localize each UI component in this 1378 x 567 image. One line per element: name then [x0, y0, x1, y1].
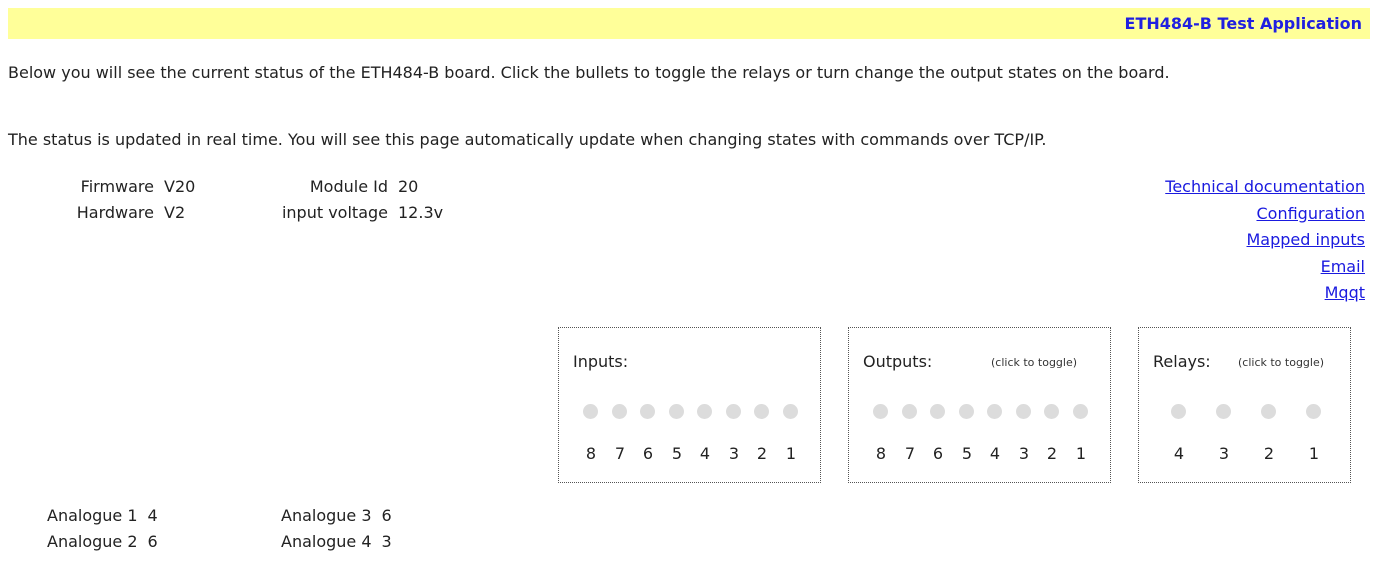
input-3-indicator	[726, 404, 741, 419]
input-2-indicator	[754, 404, 769, 419]
output-label: 1	[1075, 444, 1087, 463]
input-voltage-label: input voltage	[281, 203, 388, 222]
module-id-value: 20	[398, 177, 419, 196]
input-8-indicator	[583, 404, 598, 419]
relay-label: 1	[1308, 444, 1320, 463]
hardware-label: Hardware	[76, 203, 154, 222]
input-4-indicator	[697, 404, 712, 419]
outputs-title: Outputs:	[863, 352, 933, 371]
link-email[interactable]: Email	[1165, 254, 1365, 281]
output-5-toggle[interactable]	[959, 404, 974, 419]
relay-label: 3	[1218, 444, 1230, 463]
output-label: 8	[875, 444, 887, 463]
output-8-toggle[interactable]	[873, 404, 888, 419]
relay-label: 2	[1263, 444, 1275, 463]
input-1-indicator	[783, 404, 798, 419]
analogue-3-value: 6	[381, 506, 392, 525]
relay-4-toggle[interactable]	[1171, 404, 1186, 419]
outputs-hint: (click to toggle)	[991, 356, 1078, 369]
inputs-title: Inputs:	[573, 352, 629, 371]
link-technical-documentation[interactable]: Technical documentation	[1165, 174, 1365, 201]
intro-text: Below you will see the current status of…	[8, 63, 1170, 82]
input-label: 6	[642, 444, 654, 463]
relays-hint: (click to toggle)	[1238, 356, 1325, 369]
module-id-label: Module Id	[309, 177, 388, 196]
analogue-4-label: Analogue 4	[281, 532, 372, 551]
relays-title: Relays:	[1153, 352, 1211, 371]
relay-label: 4	[1173, 444, 1185, 463]
firmware-label: Firmware	[80, 177, 154, 196]
input-6-indicator	[640, 404, 655, 419]
link-configuration[interactable]: Configuration	[1165, 201, 1365, 228]
relay-2-toggle[interactable]	[1261, 404, 1276, 419]
input-label: 8	[585, 444, 597, 463]
nav-links: Technical documentation Configuration Ma…	[1165, 174, 1365, 307]
relays-toggles	[1139, 404, 1350, 420]
analogue-4-value: 3	[381, 532, 392, 551]
output-2-toggle[interactable]	[1044, 404, 1059, 419]
input-voltage-value: 12.3v	[398, 203, 444, 222]
output-label: 6	[932, 444, 944, 463]
input-label: 2	[756, 444, 768, 463]
analogue-1-label: Analogue 1	[47, 506, 138, 525]
realtime-note: The status is updated in real time. You …	[8, 130, 1047, 149]
input-label: 3	[728, 444, 740, 463]
input-7-indicator	[612, 404, 627, 419]
output-label: 4	[989, 444, 1001, 463]
output-label: 2	[1046, 444, 1058, 463]
relay-3-toggle[interactable]	[1216, 404, 1231, 419]
output-3-toggle[interactable]	[1016, 404, 1031, 419]
relays-panel: Relays: (click to toggle) 4 3 2 1	[1138, 327, 1351, 483]
input-label: 1	[785, 444, 797, 463]
board-info-right: Module Id 20 input voltage 12.3v	[262, 174, 443, 226]
analogue-left: Analogue 1 4 Analogue 2 6	[47, 503, 158, 555]
link-mqqt[interactable]: Mqqt	[1165, 280, 1365, 307]
app-title: ETH484-B Test Application	[1124, 14, 1362, 33]
analogue-right: Analogue 3 6 Analogue 4 3	[281, 503, 392, 555]
board-info-left: Firmware V20 Hardware V2	[64, 174, 196, 226]
hardware-value: V2	[164, 203, 186, 222]
input-label: 4	[699, 444, 711, 463]
analogue-3-label: Analogue 3	[281, 506, 372, 525]
analogue-2-label: Analogue 2	[47, 532, 138, 551]
relay-1-toggle[interactable]	[1306, 404, 1321, 419]
output-label: 3	[1018, 444, 1030, 463]
input-label: 5	[671, 444, 683, 463]
firmware-value: V20	[164, 177, 196, 196]
input-label: 7	[614, 444, 626, 463]
outputs-toggles	[849, 404, 1110, 420]
input-5-indicator	[669, 404, 684, 419]
output-6-toggle[interactable]	[930, 404, 945, 419]
link-mapped-inputs[interactable]: Mapped inputs	[1165, 227, 1366, 254]
output-4-toggle[interactable]	[987, 404, 1002, 419]
output-label: 7	[904, 444, 916, 463]
inputs-panel: Inputs: 8 7 6 5 4 3 2 1	[558, 327, 821, 483]
output-7-toggle[interactable]	[902, 404, 917, 419]
output-label: 5	[961, 444, 973, 463]
inputs-indicators	[559, 404, 820, 420]
header-bar: ETH484-B Test Application	[8, 8, 1370, 39]
analogue-1-value: 4	[147, 506, 158, 525]
analogue-2-value: 6	[147, 532, 158, 551]
outputs-panel: Outputs: (click to toggle) 8 7 6 5 4 3 2…	[848, 327, 1111, 483]
output-1-toggle[interactable]	[1073, 404, 1088, 419]
